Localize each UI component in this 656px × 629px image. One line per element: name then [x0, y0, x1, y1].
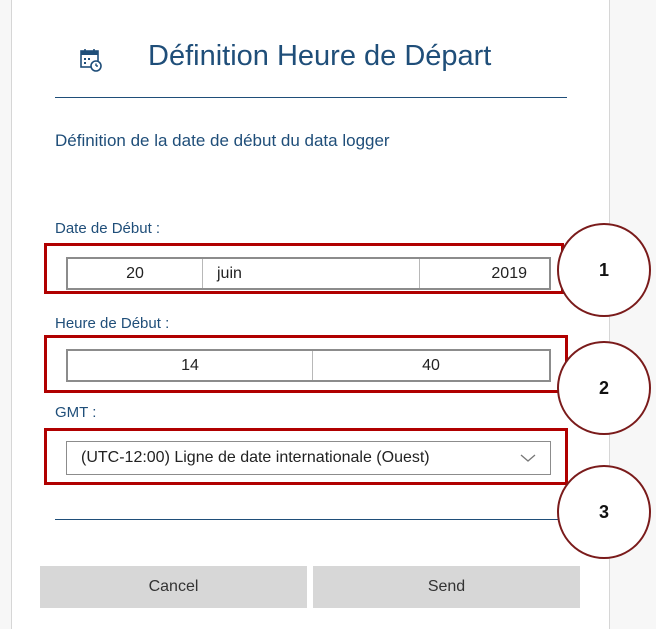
cancel-button[interactable]: Cancel: [40, 566, 307, 608]
callout-1: 1: [557, 223, 651, 317]
start-date-label: Date de Début :: [55, 220, 161, 237]
start-time-label: Heure de Début :: [55, 315, 170, 332]
title-divider: [55, 97, 567, 98]
callout-2: 2: [557, 341, 651, 435]
footer-divider: [55, 519, 567, 520]
callout-3: 3: [557, 465, 651, 559]
dialog-subtitle: Définition de la date de début du data l…: [55, 131, 390, 150]
gmt-label: GMT :: [55, 404, 97, 421]
highlight-box-2: [44, 335, 568, 393]
send-button[interactable]: Send: [313, 566, 580, 608]
highlight-box-3: [44, 428, 568, 485]
calendar-clock-icon: [80, 49, 102, 72]
dialog-title: Définition Heure de Départ: [148, 40, 492, 72]
highlight-box-1: [44, 243, 564, 294]
